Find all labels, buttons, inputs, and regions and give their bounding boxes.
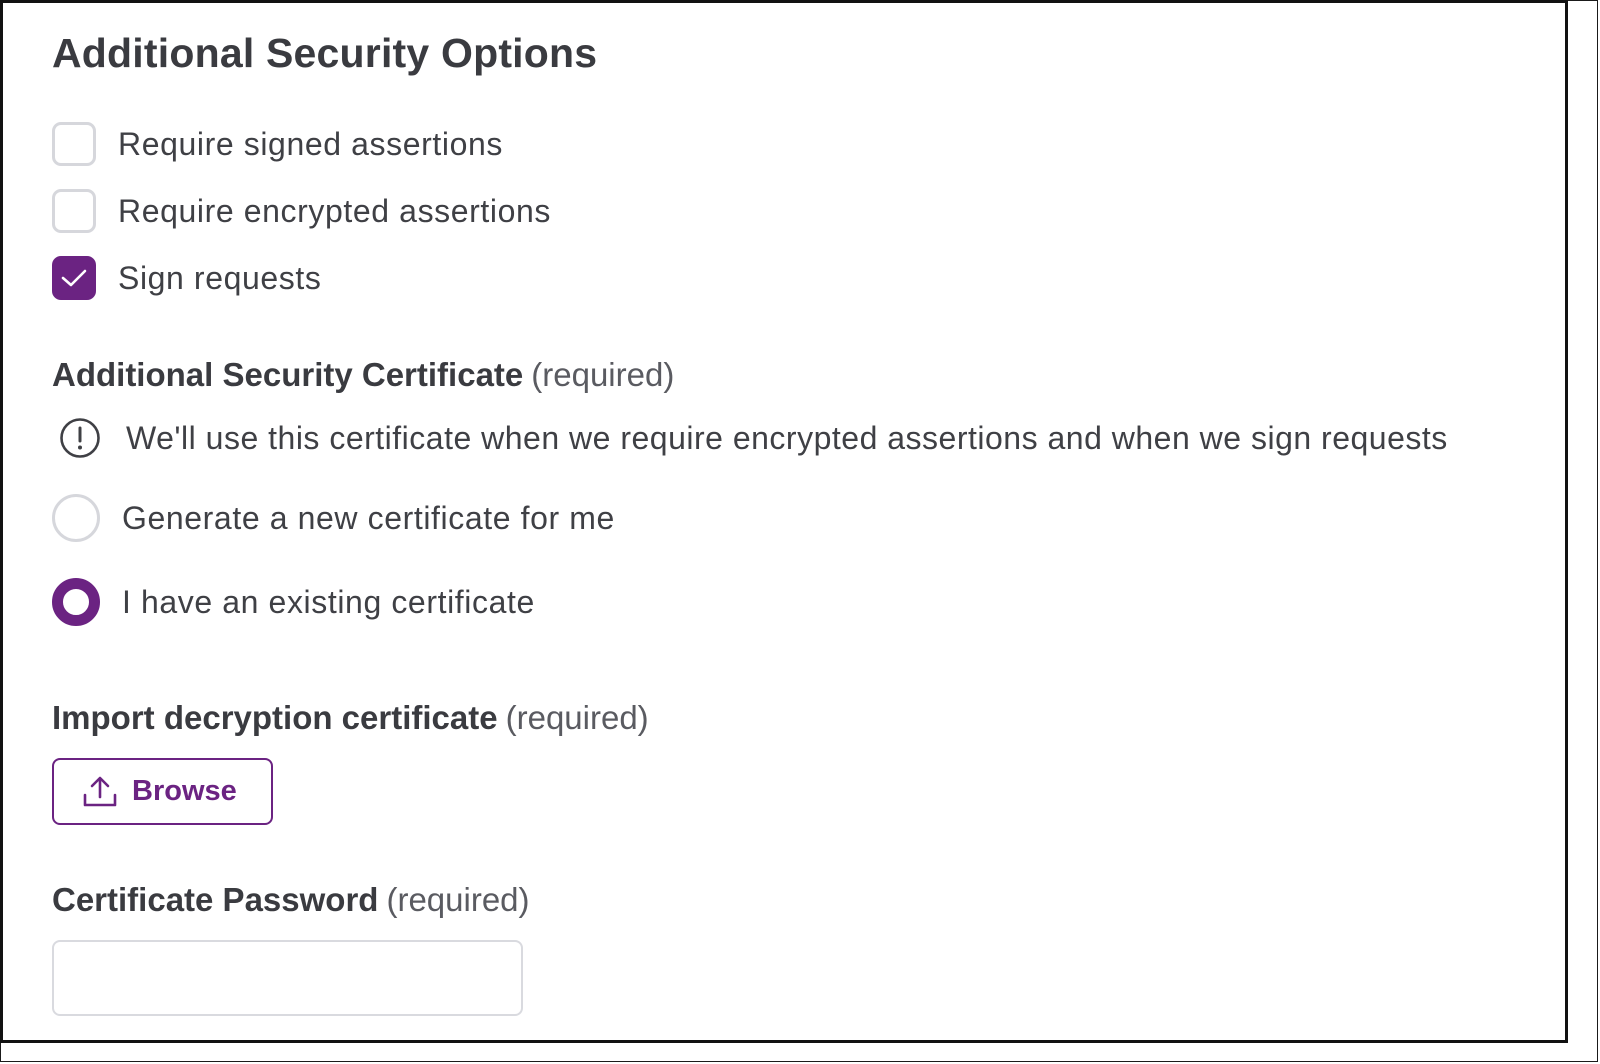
import-label-text: Import decryption certificate [52,699,498,736]
certificate-required-marker: (required) [531,356,675,393]
sign-requests-option[interactable]: Sign requests [52,254,321,302]
certificate-label-text: Additional Security Certificate [52,356,524,393]
browse-button-label: Browse [132,775,237,807]
upload-icon [83,776,117,806]
import-certificate-label: Import decryption certificate (required) [52,699,649,737]
password-required-marker: (required) [386,881,530,918]
existing-certificate-radio[interactable] [52,578,100,626]
import-required-marker: (required) [505,699,649,736]
password-label-text: Certificate Password [52,881,379,918]
sign-requests-checkbox[interactable] [52,256,96,300]
exclamation-circle-icon [60,418,100,458]
require-encrypted-assertions-checkbox[interactable] [52,189,96,233]
section-title: Additional Security Options [52,30,598,76]
generate-certificate-radio[interactable] [52,494,100,542]
require-signed-assertions-checkbox[interactable] [52,122,96,166]
sign-requests-label: Sign requests [118,259,322,296]
certificate-info-text: We'll use this certificate when we requi… [126,419,1448,456]
browse-button[interactable]: Browse [52,758,273,825]
generate-certificate-label: Generate a new certificate for me [122,499,615,536]
certificate-password-input[interactable] [52,940,523,1016]
generate-certificate-option[interactable]: Generate a new certificate for me [52,493,615,543]
certificate-info-notice: We'll use this certificate when we requi… [58,414,1448,462]
certificate-password-label: Certificate Password (required) [52,881,530,919]
require-signed-assertions-option[interactable]: Require signed assertions [52,120,503,168]
checkmark-icon [61,269,87,287]
require-signed-assertions-label: Require signed assertions [118,125,503,162]
existing-certificate-option[interactable]: I have an existing certificate [52,577,535,627]
certificate-field-label: Additional Security Certificate (required… [52,356,674,394]
existing-certificate-label: I have an existing certificate [122,583,535,620]
require-encrypted-assertions-option[interactable]: Require encrypted assertions [52,187,551,235]
require-encrypted-assertions-label: Require encrypted assertions [118,192,552,229]
